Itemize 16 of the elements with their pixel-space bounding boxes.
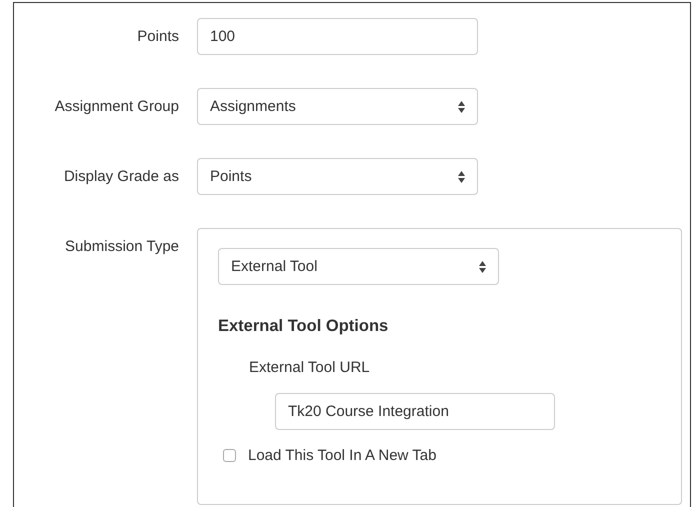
input-field[interactable]: 100	[197, 18, 478, 55]
select-field[interactable]: External Tool	[218, 248, 499, 285]
field-label: Submission Type	[65, 238, 179, 255]
select-field[interactable]: Points	[197, 158, 478, 195]
select-arrows-icon	[479, 260, 486, 272]
select-field[interactable]: Assignments	[197, 88, 478, 125]
checkbox[interactable]	[223, 449, 236, 462]
input-field[interactable]: Tk20 Course Integration	[275, 393, 555, 430]
field-label: Display Grade as	[64, 168, 179, 185]
field-label: Points	[137, 28, 179, 45]
field-label: External Tool URL	[249, 359, 371, 376]
field-label: Assignment Group	[54, 98, 179, 115]
section-heading: External Tool Options	[218, 317, 390, 336]
select-arrows-icon	[458, 100, 465, 112]
checkbox-label: Load This Tool In A New Tab	[248, 447, 436, 464]
select-arrows-icon	[458, 170, 465, 182]
